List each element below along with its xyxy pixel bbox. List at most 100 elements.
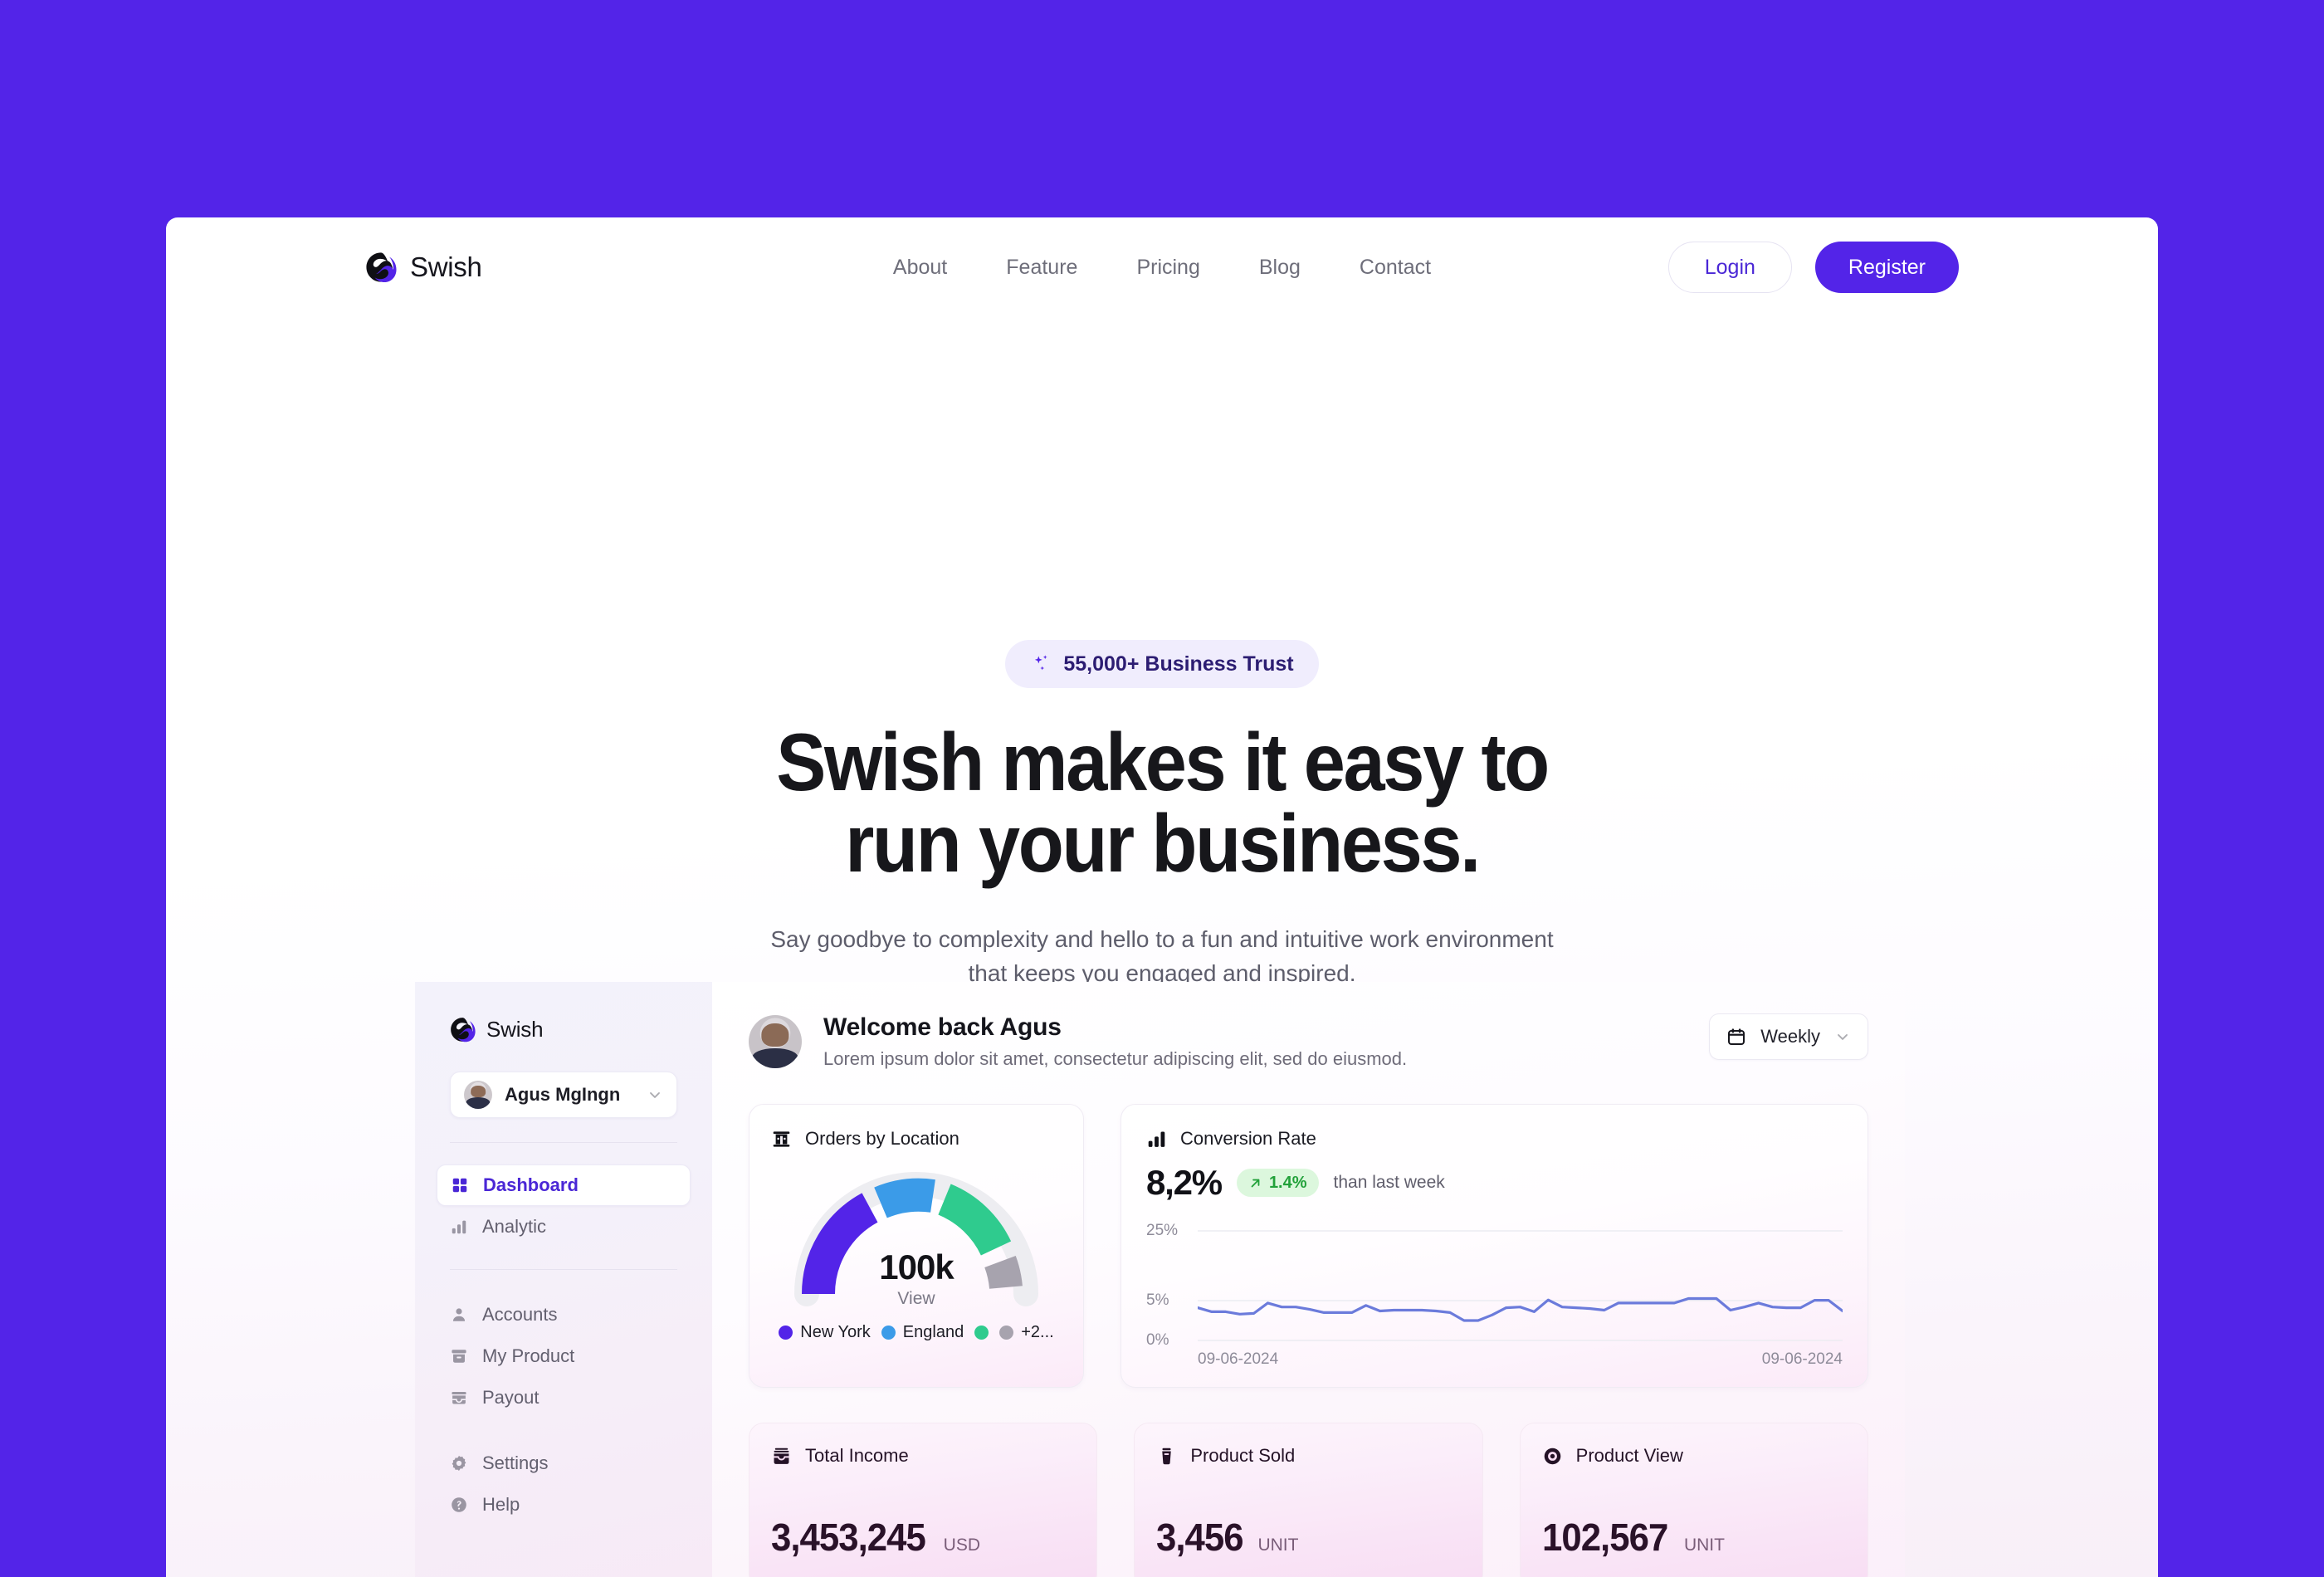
delta-note: than last week xyxy=(1333,1173,1445,1192)
sidebar-item-payout[interactable]: Payout xyxy=(437,1377,691,1418)
eye-icon xyxy=(1544,1448,1560,1464)
gear-icon xyxy=(452,1456,466,1471)
gauge-legend: New York England +2... xyxy=(771,1323,1062,1342)
card-title-text: Orders by Location xyxy=(805,1128,959,1149)
navbar: Swish About Feature Pricing Blog Contact… xyxy=(166,217,2158,317)
inbox-icon xyxy=(452,1392,466,1404)
orders-by-location-card: Orders by Location 100k View New York En… xyxy=(749,1104,1084,1388)
nav-link-about[interactable]: About xyxy=(893,256,947,280)
stat-unit: UNIT xyxy=(1257,1536,1299,1555)
sidebar-divider-1 xyxy=(450,1142,677,1143)
y-tick-label: 5% xyxy=(1146,1291,1169,1309)
sparkles-icon xyxy=(1035,655,1047,671)
gauge-label: View xyxy=(897,1289,935,1308)
nav-link-contact[interactable]: Contact xyxy=(1360,256,1431,280)
sidebar-item-label: Accounts xyxy=(482,1304,558,1325)
sidebar-item-help[interactable]: Help xyxy=(437,1484,691,1526)
chevron-down-icon xyxy=(650,1092,660,1098)
legend-item: England xyxy=(881,1323,964,1342)
stat-card-total-income: Total Income 3,453,245 USD xyxy=(749,1423,1098,1577)
conversion-rate-card: Conversion Rate 8,2% 1.4% than last week xyxy=(1120,1104,1868,1388)
cup-icon xyxy=(1162,1448,1172,1464)
nav-links: About Feature Pricing Blog Contact xyxy=(893,256,1431,280)
legend-item: New York xyxy=(779,1323,871,1342)
card-header: Conversion Rate xyxy=(1146,1128,1843,1150)
y-tick-label: 0% xyxy=(1146,1331,1169,1349)
conversion-summary: 8,2% 1.4% than last week xyxy=(1146,1163,1843,1203)
trust-badge-text: 55,000+ Business Trust xyxy=(1063,652,1294,676)
sidebar-item-accounts[interactable]: Accounts xyxy=(437,1294,691,1335)
hero-title-line-1: Swish makes it easy to xyxy=(776,716,1550,808)
sidebar-item-my-product[interactable]: My Product xyxy=(437,1335,691,1377)
legend-dot-overflow xyxy=(999,1326,1014,1340)
x-tick-label-end: 09-06-2024 xyxy=(1761,1350,1843,1368)
swish-logo-icon xyxy=(366,252,397,283)
welcome-block: Welcome back Agus Lorem ipsum dolor sit … xyxy=(823,1013,1407,1070)
card-header: Product Sold xyxy=(1156,1445,1460,1467)
sidebar-item-settings[interactable]: Settings xyxy=(437,1443,691,1484)
bar-chart-icon xyxy=(1148,1131,1165,1147)
sidebar-item-label: Payout xyxy=(482,1387,540,1408)
status-badge: 1.4% xyxy=(1236,1169,1319,1197)
nav-link-blog[interactable]: Blog xyxy=(1259,256,1301,280)
user-name: Agus MgIngn xyxy=(505,1084,621,1105)
nav-actions: Login Register xyxy=(1667,242,1959,293)
legend-item-overflow[interactable]: +2... xyxy=(999,1323,1054,1342)
period-value: Weekly xyxy=(1760,1026,1820,1047)
wallet-icon xyxy=(774,1448,789,1464)
building-icon xyxy=(773,1130,790,1147)
dashboard-main: Welcome back Agus Lorem ipsum dolor sit … xyxy=(712,982,1905,1577)
nav-link-feature[interactable]: Feature xyxy=(1006,256,1077,280)
register-button[interactable]: Register xyxy=(1814,242,1959,293)
avatar xyxy=(464,1081,492,1109)
card-header: Orders by Location xyxy=(771,1128,1062,1150)
arrow-up-right-icon xyxy=(1251,1179,1260,1187)
legend-label: England xyxy=(902,1323,964,1341)
card-title-text: Product Sold xyxy=(1190,1445,1296,1466)
hero-subtitle: Say goodbye to complexity and hello to a… xyxy=(166,922,2158,990)
page-root: Swish About Feature Pricing Blog Contact… xyxy=(0,0,2324,1577)
stat-value: 3,456 xyxy=(1156,1516,1244,1559)
card-header: Product View xyxy=(1542,1445,1846,1467)
nav-link-pricing[interactable]: Pricing xyxy=(1136,256,1199,280)
sidebar-item-analytic[interactable]: Analytic xyxy=(437,1206,691,1247)
stat-unit: UNIT xyxy=(1683,1536,1725,1555)
welcome-subtitle: Lorem ipsum dolor sit amet, consectetur … xyxy=(823,1048,1408,1069)
stat-value-row: 3,453,245 USD xyxy=(771,1515,1075,1560)
conversion-date-axis: 09-06-2024 09-06-2024 xyxy=(1146,1350,1843,1369)
sidebar-brand[interactable]: Swish xyxy=(415,1017,712,1042)
sidebar-item-label: My Product xyxy=(482,1345,575,1366)
card-title-text: Product View xyxy=(1575,1445,1683,1466)
login-button[interactable]: Login xyxy=(1667,242,1792,293)
legend-label: New York xyxy=(800,1323,871,1341)
sidebar-group-primary: Dashboard Analytic xyxy=(415,1164,712,1247)
chevron-down-icon xyxy=(1838,1034,1848,1040)
sidebar-item-label: Help xyxy=(482,1494,520,1515)
card-header: Total Income xyxy=(771,1445,1075,1467)
swish-logo-icon xyxy=(451,1018,476,1042)
delta-value: 1.4% xyxy=(1268,1173,1307,1192)
welcome-title: Welcome back Agus xyxy=(823,1013,1062,1041)
conversion-value: 8,2% xyxy=(1146,1163,1223,1202)
legend-dot-other xyxy=(974,1326,989,1340)
archive-icon xyxy=(452,1350,466,1363)
legend-dot-england xyxy=(881,1326,896,1340)
hero-title-line-2: run your business. xyxy=(845,798,1481,889)
card-title-text: Total Income xyxy=(805,1445,909,1466)
brand-name: Swish xyxy=(410,251,482,282)
period-select[interactable]: Weekly xyxy=(1709,1013,1868,1060)
sidebar-item-dashboard[interactable]: Dashboard xyxy=(437,1164,691,1206)
sidebar-brand-name: Swish xyxy=(486,1017,544,1042)
stat-value: 3,453,245 xyxy=(771,1516,926,1559)
stat-card-product-view: Product View 102,567 UNIT xyxy=(1519,1423,1868,1577)
gauge-center-readout: 100k View xyxy=(771,1247,1062,1309)
conversion-line-chart: 25% 5% 0% xyxy=(1146,1221,1843,1349)
user-switcher[interactable]: Agus MgIngn xyxy=(450,1072,677,1118)
brand-logo[interactable]: Swish xyxy=(365,251,482,283)
conversion-chart-svg xyxy=(1198,1221,1843,1345)
sidebar-item-label: Dashboard xyxy=(483,1174,579,1195)
stat-value-row: 3,456 UNIT xyxy=(1156,1515,1460,1560)
dashboard-sidebar: Swish Agus MgIngn Dashboard Analytic Acc… xyxy=(415,982,712,1577)
sidebar-divider-2 xyxy=(450,1269,677,1270)
bar-chart-icon xyxy=(452,1220,466,1234)
